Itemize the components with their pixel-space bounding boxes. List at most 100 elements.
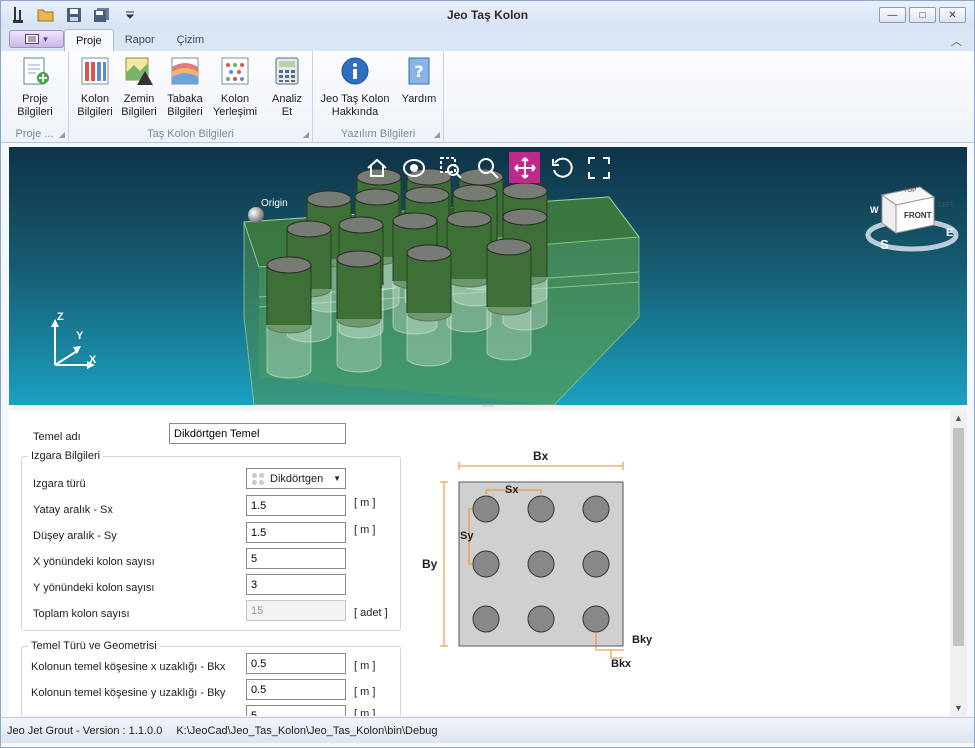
group-label: Taş Kolon Bilgileri ◢ xyxy=(147,128,309,140)
scroll-down-icon[interactable]: ▼ xyxy=(950,700,967,716)
origin-label: Origin xyxy=(261,198,288,209)
tab-rapor[interactable]: Rapor xyxy=(114,29,166,51)
chevron-down-icon: ▼ xyxy=(333,474,341,483)
bkx-input[interactable] xyxy=(246,653,346,674)
axis-triad xyxy=(51,319,95,369)
proje-bilgileri-button[interactable]: Proje Bilgileri xyxy=(11,55,59,119)
stone-columns xyxy=(266,168,548,379)
sy-input[interactable] xyxy=(246,522,346,543)
eye-icon[interactable] xyxy=(398,152,429,183)
scroll-up-icon[interactable]: ▲ xyxy=(950,410,967,426)
bky-unit: [ m ] xyxy=(354,686,376,698)
tab-proje[interactable]: Proje xyxy=(64,29,114,51)
form-scrollbar[interactable]: ▲ ▼ xyxy=(950,410,967,716)
stone-column-top xyxy=(486,238,532,256)
path-text: K:\JeoCad\Jeo_Tas_Kolon\Jeo_Tas_Kolon\bi… xyxy=(176,724,438,737)
hakkinda-button[interactable]: Jeo Taş Kolon Hakkında xyxy=(317,55,393,119)
version-text: Jeo Jet Grout - Version : 1.1.0.0 xyxy=(7,724,163,737)
compass-west-label: W xyxy=(870,205,879,215)
tab-cizim[interactable]: Çizim xyxy=(166,29,216,51)
group-proje: Proje Bilgileri Proje ... ◢ xyxy=(1,51,69,143)
zoom-window-icon[interactable] xyxy=(435,152,466,183)
save-all-icon[interactable] xyxy=(91,5,113,25)
bky-input[interactable] xyxy=(246,679,346,700)
open-folder-icon[interactable] xyxy=(35,5,57,25)
maximize-button[interactable]: □ xyxy=(909,7,936,23)
3d-viewport[interactable]: Origin Z Y X FRONT TOP LEFT S E W xyxy=(9,147,967,405)
button-label: Kolon Yerleşimi xyxy=(212,93,258,118)
analiz-et-button[interactable]: Analiz Et xyxy=(263,55,311,119)
stone-column-lower xyxy=(486,307,532,361)
compass-south-label: S xyxy=(880,237,889,252)
dialog-launcher-icon[interactable]: ◢ xyxy=(434,130,440,139)
layers-icon xyxy=(169,55,201,87)
viewport-toolbar xyxy=(361,152,614,183)
stone-column-top xyxy=(452,184,498,202)
fit-extents-icon[interactable] xyxy=(583,152,614,183)
dialog-launcher-icon[interactable]: ◢ xyxy=(303,130,309,139)
sy-label: Düşey aralık - Sy xyxy=(33,530,117,542)
zemin-bilgileri-button[interactable]: Zemin Bilgileri xyxy=(115,55,163,119)
axis-x-label: X xyxy=(89,354,97,366)
close-button[interactable]: ✕ xyxy=(939,7,966,23)
stone-column-top xyxy=(338,216,384,234)
temel-adi-label: Temel adı xyxy=(33,431,81,443)
stone-column xyxy=(266,265,312,334)
group-yazilim-bilgileri: Jeo Taş Kolon Hakkında ? Yardım Yazılım … xyxy=(313,51,444,143)
stone-column-lower xyxy=(266,325,312,379)
ny-input[interactable] xyxy=(246,574,346,595)
button-label: Tabaka Bilgileri xyxy=(167,93,203,118)
window-controls: — □ ✕ xyxy=(879,7,966,23)
yardim-button[interactable]: ? Yardım xyxy=(395,55,443,106)
stone-column-top xyxy=(502,182,548,200)
viewcube-top-label: TOP xyxy=(904,188,917,194)
stone-column xyxy=(446,219,492,288)
info-icon xyxy=(339,55,371,87)
viewcube[interactable]: FRONT TOP LEFT S E W xyxy=(864,175,959,255)
customize-qat-icon[interactable] xyxy=(119,5,141,25)
stone-column-top xyxy=(446,210,492,228)
tabaka-bilgileri-button[interactable]: Tabaka Bilgileri xyxy=(161,55,209,119)
save-icon[interactable] xyxy=(63,5,85,25)
stone-column xyxy=(486,247,532,316)
stone-column-top xyxy=(406,244,452,262)
stone-column-lower xyxy=(446,279,492,333)
foundation-3d-scene xyxy=(243,168,640,405)
application-menu-button[interactable]: ▾ xyxy=(9,30,64,48)
temel-adi-input[interactable] xyxy=(169,423,346,444)
zoom-icon[interactable] xyxy=(472,152,503,183)
minimize-button[interactable]: — xyxy=(879,7,906,23)
rotate-icon[interactable] xyxy=(546,152,577,183)
button-label: Zemin Bilgileri xyxy=(121,93,157,118)
sx-input[interactable] xyxy=(246,495,346,516)
collapse-ribbon-icon[interactable]: ︿ xyxy=(951,33,962,49)
ribbon-panel: Proje Bilgileri Proje ... ◢ Kolon Bilgile… xyxy=(1,51,974,143)
kolon-yerlesimi-button[interactable]: Kolon Yerleşimi xyxy=(211,55,259,119)
foundation-form-panel: Temel adı Izgara Bilgileri Izgara türü D… xyxy=(9,410,967,716)
document-add-icon xyxy=(19,55,51,87)
button-label: Analiz Et xyxy=(272,93,302,118)
diagram-sy-label: Sy xyxy=(460,530,474,542)
next-field-input[interactable] xyxy=(246,705,346,716)
stone-column-top xyxy=(392,212,438,230)
sx-label: Yatay aralık - Sx xyxy=(33,504,113,516)
sx-unit: [ m ] xyxy=(354,497,376,509)
scroll-thumb[interactable] xyxy=(953,428,964,646)
bky-label: Kolonun temel köşesine y uzaklığı - Bky xyxy=(31,687,226,699)
diagram-by-label: By xyxy=(422,557,438,571)
group-label: Yazılım Bilgileri ◢ xyxy=(340,128,440,140)
bkx-unit: [ m ] xyxy=(354,660,376,672)
izgara-turu-value: Dikdörtgen xyxy=(270,472,324,485)
bkx-label: Kolonun temel köşesine x uzaklığı - Bkx xyxy=(31,661,226,673)
izgara-turu-select[interactable]: Dikdörtgen ▼ xyxy=(246,468,346,489)
kolon-bilgileri-button[interactable]: Kolon Bilgileri xyxy=(71,55,119,119)
axis-y-label: Y xyxy=(76,330,84,342)
pan-icon[interactable] xyxy=(509,152,540,183)
dialog-launcher-icon[interactable]: ◢ xyxy=(59,130,65,139)
sy-unit: [ m ] xyxy=(354,524,376,536)
home-icon[interactable] xyxy=(361,152,392,183)
help-icon: ? xyxy=(403,55,435,87)
nx-input[interactable] xyxy=(246,548,346,569)
button-label: Proje Bilgileri xyxy=(17,93,53,118)
main-window: Jeo Taş Kolon — □ ✕ ▾ Proje Rapor Çizim … xyxy=(0,0,975,748)
